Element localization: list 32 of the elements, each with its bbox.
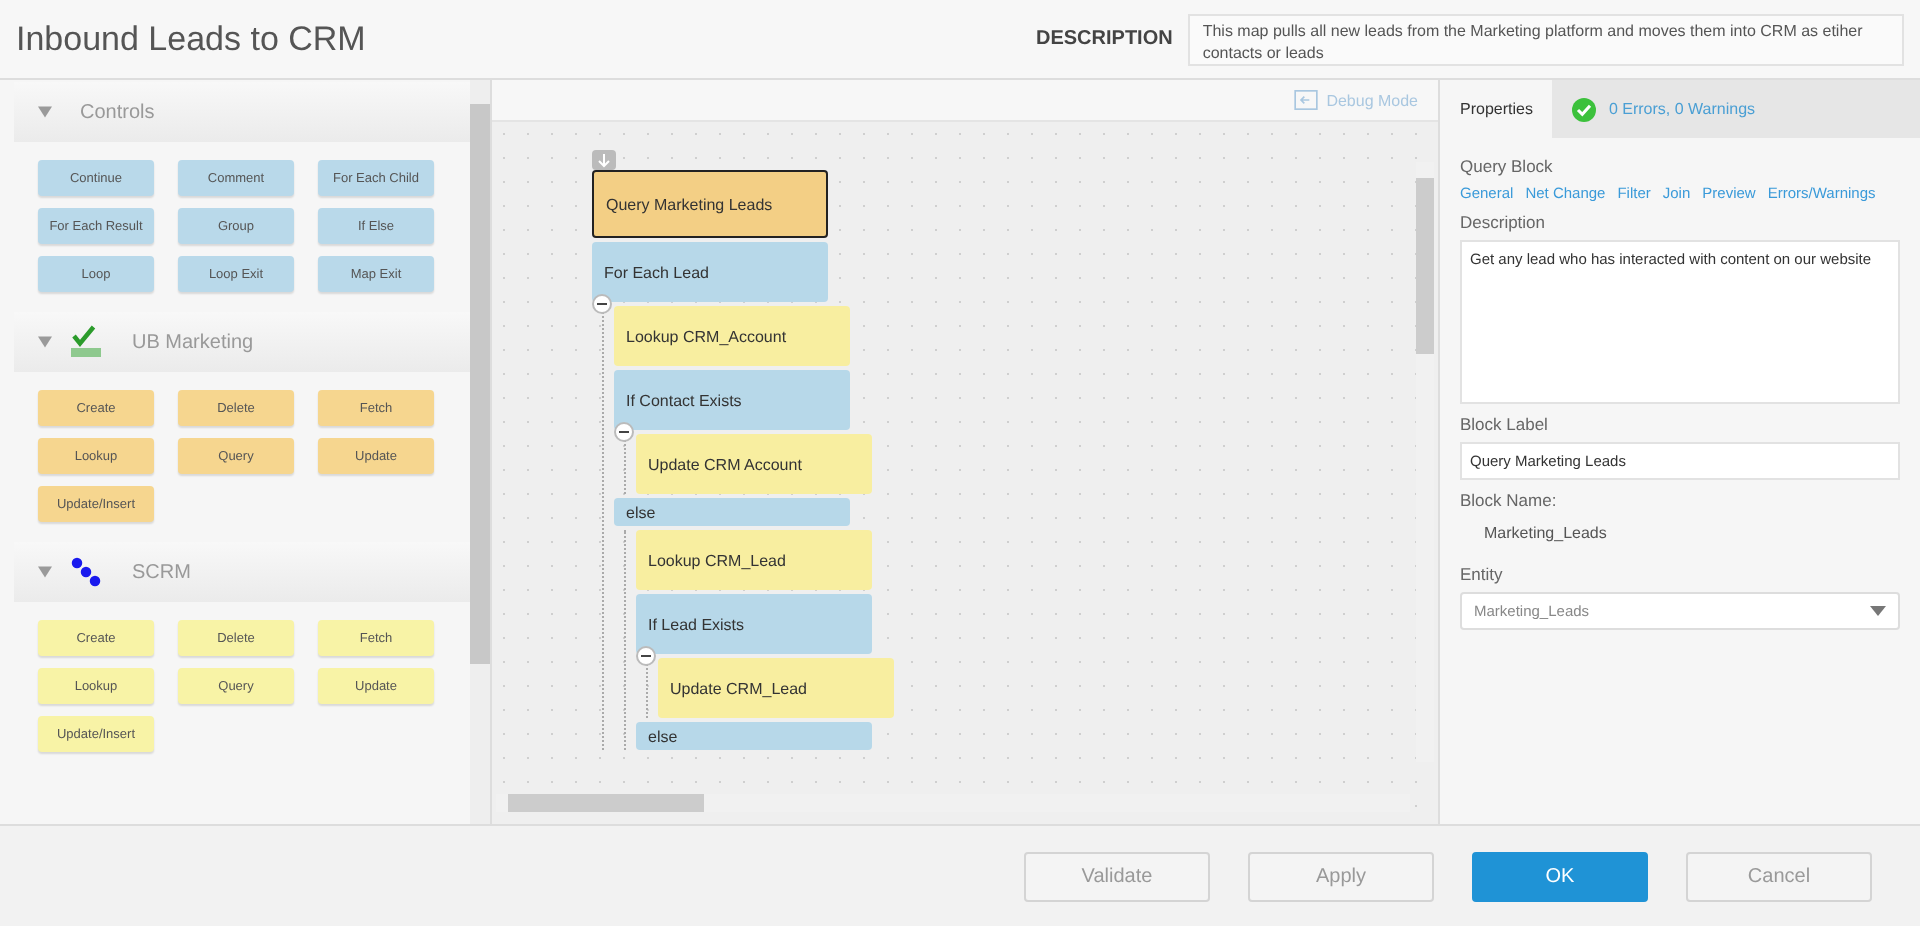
flow-block[interactable]: else <box>636 722 872 750</box>
tab[interactable]: Properties <box>1440 80 1553 138</box>
down-arrow-icon <box>592 150 616 170</box>
flow-block[interactable]: Update CRM Account <box>636 434 872 494</box>
dropdown-caret-icon <box>1870 606 1886 616</box>
description-label: DESCRIPTION <box>1034 28 1175 50</box>
collapse-icon[interactable] <box>636 646 656 666</box>
field-label: Entity <box>1460 564 1505 584</box>
collapse-triangle-icon[interactable] <box>38 566 52 578</box>
collapse-icon[interactable] <box>614 422 634 442</box>
flow-block[interactable]: Update CRM_Lead <box>658 658 894 718</box>
lead-check-logo-icon <box>68 324 104 360</box>
window-title: Inbound Leads to CRM <box>14 19 368 59</box>
field-label: Block Label <box>1460 414 1550 434</box>
flow-block[interactable]: If Lead Exists <box>636 594 872 654</box>
description-field[interactable]: This map pulls all new leads from the Marketing platform and moves them into CRM as etiher contacts or leads <box>1188 13 1904 65</box>
flow-block[interactable]: Query Marketing Leads <box>592 170 828 238</box>
flow-block[interactable]: If Contact Exists <box>614 370 850 430</box>
flow-block[interactable]: For Each Lead <box>592 242 828 302</box>
field-label: Description <box>1460 212 1548 232</box>
ok-button[interactable]: OK <box>1472 851 1648 901</box>
scrollbar[interactable] <box>470 80 490 824</box>
flow-block[interactable]: Lookup CRM_Account <box>614 306 850 366</box>
field-label: Block Name: <box>1460 490 1559 510</box>
check-icon <box>1572 97 1597 121</box>
collapse-icon[interactable] <box>592 294 612 314</box>
section-heading: Query Block <box>1460 156 1555 176</box>
flow-block[interactable]: Lookup CRM_Lead <box>636 530 872 590</box>
collapse-triangle-icon[interactable] <box>38 106 52 118</box>
flow-block[interactable]: else <box>614 498 850 526</box>
collapse-triangle-icon[interactable] <box>38 336 52 348</box>
block-name-value: Marketing_Leads <box>1482 524 1609 542</box>
